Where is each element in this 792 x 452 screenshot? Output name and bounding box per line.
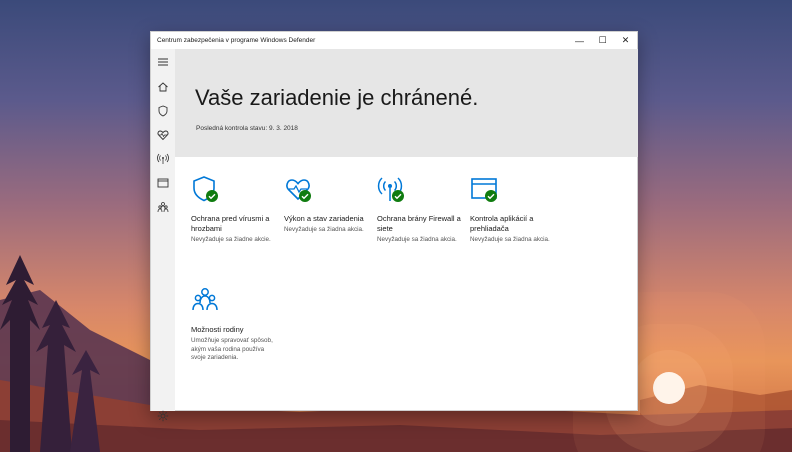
maximize-button[interactable]: ☐ — [591, 32, 614, 49]
tile-firewall-network[interactable]: Ochrana brány Firewall a siete Nevyžaduj… — [377, 175, 465, 245]
heart-check-icon — [284, 175, 314, 205]
family-icon[interactable] — [156, 200, 170, 214]
tile-status: Nevyžaduje sa žiadna akcia. — [377, 236, 457, 243]
wireless-firewall-icon[interactable] — [156, 152, 170, 166]
tile-virus-protection[interactable]: Ochrana pred vírusmi a hrozbami Nevyžadu… — [191, 175, 279, 245]
tile-family-options[interactable]: Možnosti rodiny Umožňuje spravovať spôso… — [191, 286, 279, 363]
status-hero: Vaše zariadenie je chránené. Posledná ko… — [175, 49, 638, 157]
window-title: Centrum zabezpečenia v programe Windows … — [157, 37, 316, 44]
title-bar[interactable]: Centrum zabezpečenia v programe Windows … — [151, 32, 637, 49]
home-icon[interactable] — [156, 80, 170, 94]
shield-icon[interactable] — [156, 104, 170, 118]
tile-title: Možnosti rodiny — [191, 325, 244, 334]
tile-title: Kontrola aplikácií a prehliadača — [470, 214, 534, 233]
close-button[interactable]: ✕ — [614, 32, 637, 49]
settings-gear-icon[interactable] — [157, 409, 169, 422]
tile-description: Umožňuje spravovať spôsob, akým vaša rod… — [191, 337, 273, 361]
tile-app-browser-control[interactable]: Kontrola aplikácií a prehliadača Nevyžad… — [470, 175, 558, 245]
tile-title: Ochrana brány Firewall a siete — [377, 214, 461, 233]
tile-status: Nevyžaduje sa žiadna akcia. — [470, 236, 550, 243]
page-title: Vaše zariadenie je chránené. — [195, 85, 479, 110]
app-browser-icon[interactable] — [156, 176, 170, 190]
minimize-button[interactable]: — — [568, 32, 591, 49]
tile-status: Nevyžaduje sa žiadna akcia. — [284, 226, 364, 233]
last-check-status: Posledná kontrola stavu: 9. 3. 2018 — [196, 125, 298, 132]
tile-title: Výkon a stav zariadenia — [284, 214, 364, 223]
heart-health-icon[interactable] — [156, 128, 170, 142]
family-icon — [191, 286, 221, 316]
shield-check-icon — [191, 175, 221, 205]
app-browser-check-icon — [470, 175, 500, 205]
sun — [653, 372, 685, 404]
wireless-check-icon — [377, 175, 407, 205]
tile-device-performance[interactable]: Výkon a stav zariadenia Nevyžaduje sa ži… — [284, 175, 372, 235]
hamburger-menu-icon[interactable] — [156, 55, 170, 69]
tile-status: Nevyžaduje sa žiadne akcie. — [191, 236, 271, 243]
defender-window: Centrum zabezpečenia v programe Windows … — [150, 31, 638, 422]
tile-title: Ochrana pred vírusmi a hrozbami — [191, 214, 270, 233]
sidebar — [151, 49, 175, 422]
